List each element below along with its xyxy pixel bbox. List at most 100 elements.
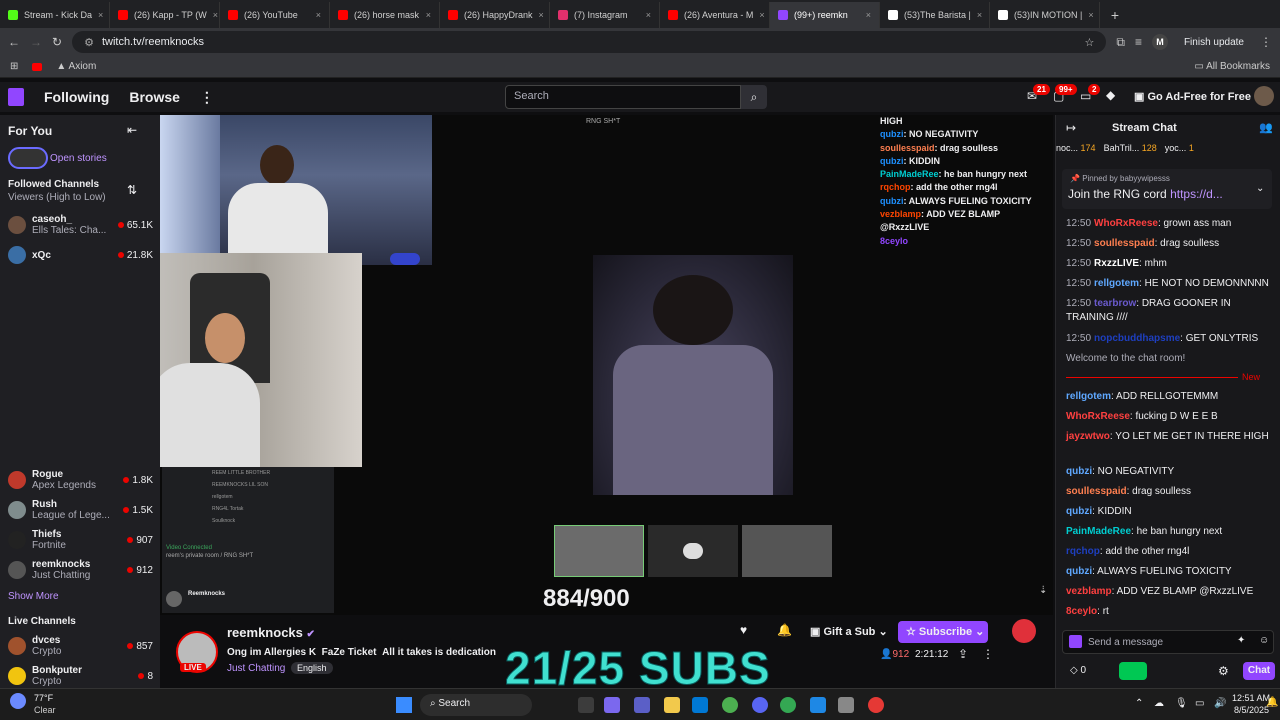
sidebar-channel-rogue[interactable]: Rogue Apex Legends 1.8K xyxy=(8,467,153,493)
bookmark-star-icon[interactable]: ☆ xyxy=(1084,36,1094,49)
chat-send-button[interactable]: Chat xyxy=(1243,662,1275,680)
pinned-link[interactable]: https://d... xyxy=(1170,187,1223,201)
hype-heart-icon[interactable] xyxy=(1012,619,1036,643)
close-tab-icon[interactable]: × xyxy=(977,10,982,20)
chat-message[interactable]: PainMadeRee: he ban hungry next xyxy=(1066,525,1271,539)
browser-tab[interactable]: (53)IN MOTION | × xyxy=(990,2,1100,28)
chat-username[interactable]: soullesspaid xyxy=(1094,238,1155,249)
chat-username[interactable]: RxzzLIVE xyxy=(1094,258,1139,269)
chat-emote-picker-icon[interactable] xyxy=(1069,635,1082,648)
reload-icon[interactable]: ↻ xyxy=(52,35,62,49)
share-icon[interactable]: ⇪ xyxy=(958,647,968,661)
following-link[interactable]: Following xyxy=(44,89,109,105)
bookmark-axiom[interactable]: ▲ Axiom xyxy=(56,61,96,72)
browser-tab[interactable]: (53)The Barista | × xyxy=(880,2,990,28)
url-field[interactable]: ⚙ twitch.tv/reemknocks ☆ xyxy=(72,31,1107,53)
app-icon-1[interactable] xyxy=(810,697,826,713)
discord-icon[interactable] xyxy=(752,697,768,713)
sidebar-channel-dvces[interactable]: dvces Crypto 857 xyxy=(8,633,153,659)
gift-sub-button[interactable]: ▣ Gift a Sub ⌄ xyxy=(810,625,888,638)
sidebar-channel-xqc[interactable]: xQc 21.8K xyxy=(8,242,153,268)
participant-thumb-3[interactable] xyxy=(742,525,832,577)
chat-message[interactable]: 12:50 nopcbuddhapsme: GET ONLYTRIS xyxy=(1066,332,1271,346)
sidebar-channel-rush[interactable]: Rush League of Lege... 1.5K xyxy=(8,497,153,523)
chat-username[interactable]: rqchop xyxy=(1066,546,1100,557)
chrome-icon[interactable] xyxy=(722,697,738,713)
chat-message[interactable]: WhoRxReese: fucking D W E E B xyxy=(1066,410,1271,424)
sidebar-channel-bonkputer[interactable]: Bonkputer Crypto 8 xyxy=(8,663,153,689)
close-tab-icon[interactable]: × xyxy=(98,10,103,20)
channel-name[interactable]: reemknocks ✔ xyxy=(227,625,315,640)
chat-username[interactable]: rellgotem xyxy=(1066,391,1111,402)
tray-display-icon[interactable]: ▭ xyxy=(1195,698,1204,709)
store-icon[interactable] xyxy=(692,697,708,713)
forward-icon[interactable]: → xyxy=(30,35,42,49)
tray-mic-icon[interactable]: 🎙 xyxy=(1175,698,1188,709)
youtube-bookmark-icon[interactable] xyxy=(32,62,43,71)
close-tab-icon[interactable]: × xyxy=(426,10,431,20)
clock-time[interactable]: 12:51 AM xyxy=(1232,693,1270,703)
more-options-icon[interactable]: ⋮ xyxy=(982,647,994,661)
chat-message[interactable]: rellgotem: ADD RELLGOTEMMM xyxy=(1066,390,1271,404)
weather-icon[interactable] xyxy=(10,693,26,709)
chat-username[interactable]: jayzwtwo xyxy=(1066,431,1110,442)
twitch-logo-icon[interactable] xyxy=(8,88,24,106)
obs-icon[interactable] xyxy=(868,697,884,713)
browser-tab[interactable]: (26) Aventura - M × xyxy=(660,2,770,28)
open-stories-link[interactable]: Open stories xyxy=(50,153,107,164)
chat-username[interactable]: qubzi xyxy=(1066,466,1092,477)
back-icon[interactable]: ← xyxy=(8,35,20,49)
tray-chevron-icon[interactable]: ⌃ xyxy=(1135,698,1143,709)
crown-icon[interactable]: ◆ xyxy=(1106,88,1115,102)
tray-volume-icon[interactable]: 🔊 xyxy=(1214,698,1226,709)
collapse-chat-icon[interactable]: ↦ xyxy=(1066,121,1076,135)
close-tab-icon[interactable]: × xyxy=(866,10,871,20)
browser-tab[interactable]: (99+) reemkn × xyxy=(770,2,880,28)
menu-icon[interactable]: ⋮ xyxy=(1260,35,1272,49)
browser-tab[interactable]: (26) Kapp - TP (W × xyxy=(110,2,220,28)
finish-update-button[interactable]: Finish update xyxy=(1178,34,1250,51)
chat-message[interactable]: jayzwtwo: YO LET ME GET IN THERE HIGH xyxy=(1066,430,1271,444)
browser-tab[interactable]: (7) Instagram × xyxy=(550,2,660,28)
chat-message[interactable]: qubzi: KIDDIN xyxy=(1066,505,1271,519)
media-icon[interactable]: ≡ xyxy=(1135,35,1142,49)
file-explorer-icon[interactable] xyxy=(664,697,680,713)
chat-username[interactable]: WhoRxReese xyxy=(1066,411,1130,422)
pinned-message[interactable]: 📌 Pinned by babyywipesss Join the RNG co… xyxy=(1062,169,1272,209)
chat-message[interactable]: 12:50 tearbrow: DRAG GOONER IN TRAINING /… xyxy=(1066,297,1271,325)
chat-username[interactable]: nopcbuddhapsme xyxy=(1094,333,1180,344)
chat-username[interactable]: tearbrow xyxy=(1094,298,1136,309)
channel-points[interactable]: ◇ 0 xyxy=(1070,665,1086,676)
chat-username[interactable]: soullesspaid xyxy=(1066,486,1127,497)
sidebar-channel-caseoh_[interactable]: caseoh_ Ells Tales: Cha... 65.1K xyxy=(8,212,153,238)
chrome-2-icon[interactable] xyxy=(780,697,796,713)
tag-english[interactable]: English xyxy=(291,662,333,674)
tray-network-icon[interactable]: ☁ xyxy=(1154,698,1164,709)
chat-username[interactable]: qubzi xyxy=(1066,506,1092,517)
participant-thumb-1[interactable] xyxy=(554,525,644,577)
close-tab-icon[interactable]: × xyxy=(539,10,544,20)
bell-icon[interactable]: 🔔 xyxy=(777,623,792,637)
chat-message[interactable]: vezblamp: ADD VEZ BLAMP @RxzzLIVE xyxy=(1066,585,1271,599)
browser-tab[interactable]: Stream - Kick Da × xyxy=(0,2,110,28)
chat-users-icon[interactable]: 👥 xyxy=(1259,121,1273,134)
chat-message[interactable]: 12:50 WhoRxReese: grown ass man xyxy=(1066,217,1271,231)
windows-start-icon[interactable] xyxy=(396,697,412,713)
sparkle-icon[interactable]: ✦ xyxy=(1237,635,1245,646)
chat-message[interactable]: 12:50 soullesspaid: drag soulless xyxy=(1066,237,1271,251)
apps-grid-icon[interactable]: ⊞ xyxy=(10,61,18,72)
bonus-points-icon[interactable] xyxy=(1119,662,1147,680)
chat-message[interactable]: qubzi: NO NEGATIVITY xyxy=(1066,465,1271,479)
chat-message[interactable]: rqchop: add the other rng4l xyxy=(1066,545,1271,559)
profile-avatar[interactable]: M xyxy=(1151,34,1168,50)
video-player[interactable]: RNG SH*T HIGH qubzi: NO NEGATIVITY soulles… xyxy=(160,115,1053,615)
new-tab-button[interactable]: + xyxy=(1100,2,1130,28)
close-tab-icon[interactable]: × xyxy=(1088,10,1093,20)
close-tab-icon[interactable]: × xyxy=(646,10,651,20)
chat-username[interactable]: PainMadeRee xyxy=(1066,526,1131,537)
participant-thumb-2[interactable] xyxy=(648,525,738,577)
all-bookmarks[interactable]: ▭ All Bookmarks xyxy=(1194,61,1270,72)
show-more-link[interactable]: Show More xyxy=(8,591,59,602)
chat-message[interactable]: 12:50 RxzzLIVE: mhm xyxy=(1066,257,1271,271)
chat-username[interactable]: qubzi xyxy=(1066,566,1092,577)
